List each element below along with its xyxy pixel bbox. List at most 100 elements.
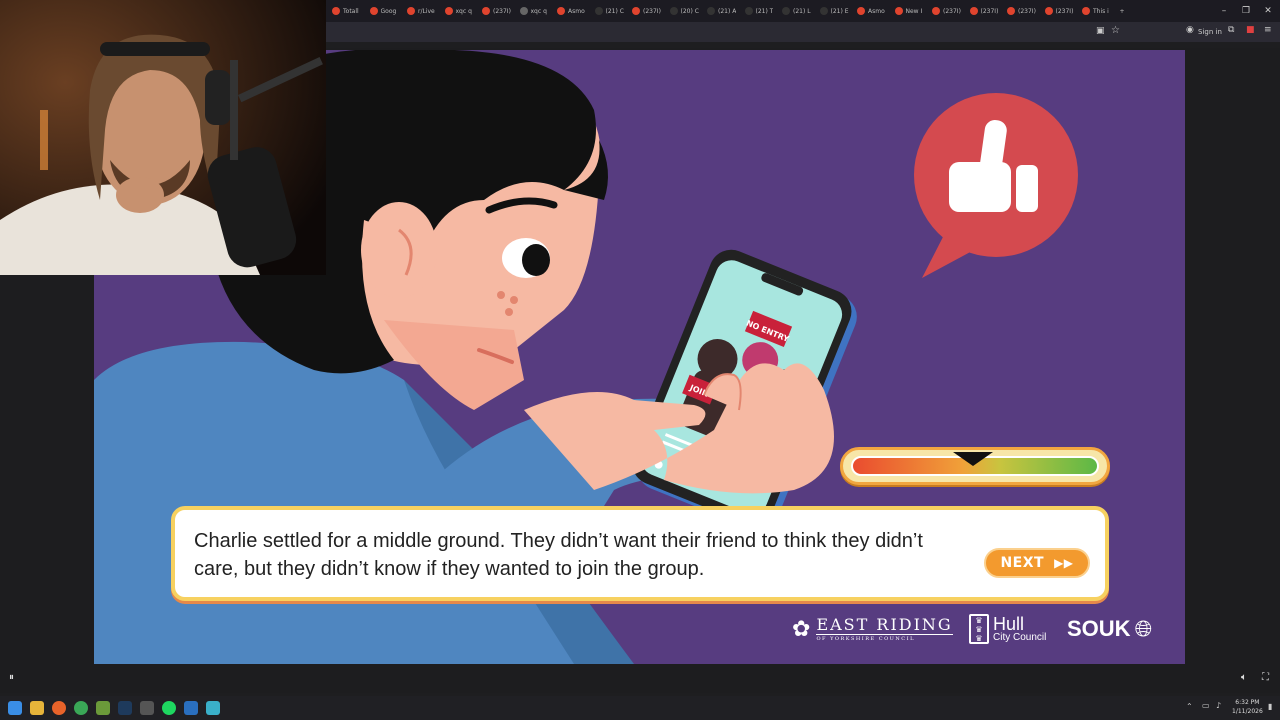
tab-favicon-icon [669, 7, 678, 15]
browser-tab[interactable]: (21) C [589, 0, 627, 22]
bookmark-star-icon[interactable]: ☆ [1111, 25, 1120, 36]
app-icon[interactable] [96, 701, 110, 715]
firefox-icon[interactable] [52, 701, 66, 715]
freckle [510, 296, 518, 304]
maximize-icon[interactable]: ❐ [1235, 0, 1257, 22]
browser-tab[interactable]: (237I) [626, 0, 664, 22]
network-icon[interactable]: ▭ [1202, 701, 1210, 710]
headphones-ear [205, 70, 231, 125]
tab-label: (21) A [718, 7, 737, 15]
tab-label: (237I) [980, 7, 999, 15]
browser-tab[interactable]: xqc q [514, 0, 552, 22]
browser-tab[interactable]: (237I) [926, 0, 964, 22]
browser-tab[interactable]: (21) L [776, 0, 814, 22]
video-controls: ⏸ 🔈︎ ⛶ [0, 668, 1280, 692]
east-riding-logo: ✿ EAST RIDING OF YORKSHIRE COUNCIL [792, 617, 953, 642]
steam-icon[interactable] [118, 701, 132, 715]
spotify-icon[interactable] [162, 701, 176, 715]
tab-favicon-icon [857, 7, 865, 15]
sign-in-button[interactable]: Sign in [1198, 28, 1222, 36]
tab-favicon-icon [744, 7, 753, 15]
minimize-icon[interactable]: – [1213, 0, 1235, 22]
webcam-overlay [0, 0, 326, 275]
new-tab-button[interactable]: + [1114, 0, 1134, 22]
extensions-icon[interactable]: ⧉ [1228, 25, 1234, 35]
browser-tab[interactable]: Goog [364, 0, 402, 22]
souk-logo: SOUK 🌐︎ [1067, 616, 1152, 642]
tab-label: (237I) [493, 7, 511, 15]
notification-icon[interactable]: ■ [1246, 25, 1255, 35]
browser-tab[interactable]: (237I) [964, 0, 1002, 22]
chrome-icon[interactable] [74, 701, 88, 715]
tab-label: New I [905, 7, 923, 15]
reader-icon[interactable]: ▣ [1096, 26, 1105, 36]
start-icon[interactable] [8, 701, 22, 715]
tab-label: (21) L [793, 7, 811, 15]
tab-favicon-icon [594, 7, 603, 15]
next-button[interactable]: NEXT ▶▶ [984, 548, 1090, 578]
browser-tab[interactable]: xqc q [439, 0, 477, 22]
account-icon[interactable]: ◉ [1186, 25, 1194, 35]
file-explorer-icon[interactable] [30, 701, 44, 715]
steam-icon[interactable] [184, 701, 198, 715]
tab-label: (237I) [943, 7, 961, 15]
browser-tab[interactable]: (237I) [1039, 0, 1077, 22]
browser-tab[interactable]: (21) T [739, 0, 777, 22]
clock[interactable]: 6:32 PM 1/11/2026 [1232, 698, 1263, 716]
browser-tab[interactable]: New I [889, 0, 927, 22]
notepad-icon[interactable] [206, 701, 220, 715]
tab-label: (237I) [1055, 7, 1074, 15]
browser-tab[interactable]: Asmo [851, 0, 889, 22]
fullscreen-icon[interactable]: ⛶ [1262, 672, 1269, 683]
browser-tab[interactable]: (20) C [664, 0, 702, 22]
tab-label: This i [1093, 7, 1109, 15]
browser-tab[interactable]: This i [1076, 0, 1114, 22]
tab-favicon-icon [894, 7, 903, 15]
souk-text: SOUK [1067, 616, 1131, 641]
tab-favicon-icon [1082, 7, 1090, 15]
tab-label: (237I) [1018, 7, 1036, 15]
tab-favicon-icon [444, 7, 453, 15]
tab-favicon-icon [707, 7, 715, 15]
tab-label: Asmo [868, 7, 885, 15]
app-icon[interactable] [140, 701, 154, 715]
tab-favicon-icon [632, 7, 640, 15]
sentiment-meter-pointer [952, 452, 993, 466]
eye-pupil [522, 244, 550, 276]
tab-favicon-icon [819, 7, 828, 15]
person-hand [116, 177, 164, 213]
browser-tab[interactable]: Totall [326, 0, 364, 22]
tab-label: xqc q [530, 7, 547, 15]
tab-label: Goog [380, 7, 397, 15]
notification-center-icon[interactable]: ▮ [1268, 702, 1272, 711]
browser-tab[interactable]: (21) A [701, 0, 739, 22]
dialog-text: Charlie settled for a middle ground. The… [194, 530, 923, 580]
volume-icon[interactable]: 🔈︎ [1241, 672, 1247, 683]
browser-tab[interactable]: (21) E [814, 0, 852, 22]
sentiment-meter [840, 447, 1110, 485]
tab-favicon-icon [369, 7, 378, 15]
speaker-icon[interactable]: ♪ [1216, 701, 1221, 710]
close-icon[interactable]: ✕ [1257, 0, 1279, 22]
browser-tab[interactable]: r/Live [401, 0, 439, 22]
browser-tab-bar: Totall Goog r/Live xqc q (237I) xqc q Asmo (21)… [326, 0, 1280, 22]
hull-crest-icon: ♛ ♛ ♛ [969, 614, 989, 644]
freckle [505, 308, 513, 316]
tab-favicon-icon [557, 7, 565, 15]
pause-icon[interactable]: ⏸ [9, 672, 14, 683]
tab-label: (237I) [643, 7, 661, 15]
tray-chevron-icon[interactable]: ⌃ [1186, 702, 1193, 711]
browser-tab[interactable]: (237I) [476, 0, 514, 22]
fast-forward-icon: ▶▶ [1054, 556, 1074, 570]
east-riding-text: EAST RIDING [816, 615, 953, 635]
tab-label: (21) E [830, 7, 849, 15]
clock-time: 6:32 PM [1235, 699, 1260, 706]
headphones-band [100, 42, 210, 56]
tab-favicon-icon [407, 7, 415, 15]
tab-label: (21) T [755, 7, 774, 15]
browser-tab[interactable]: (237I) [1001, 0, 1039, 22]
tab-favicon-icon [1007, 7, 1015, 15]
screen: Totall Goog r/Live xqc q (237I) xqc q Asmo (21)… [0, 0, 1280, 720]
browser-tab[interactable]: Asmo [551, 0, 589, 22]
menu-icon[interactable]: ≡ [1264, 25, 1272, 35]
